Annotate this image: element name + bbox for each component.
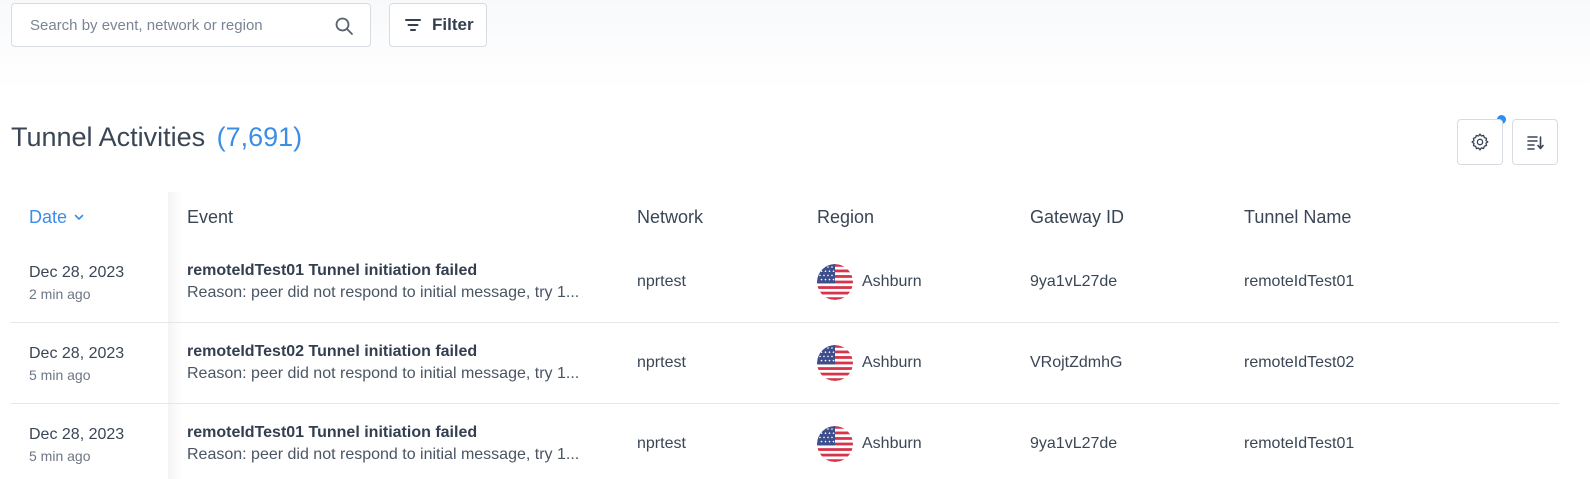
event-reason: Reason: peer did not respond to initial … (187, 446, 580, 463)
region-cell: Ashburn (817, 345, 922, 381)
activity-count: (7,691) (216, 122, 303, 152)
region-cell: Ashburn (817, 426, 922, 462)
date-text: Dec 28, 2023 (29, 264, 125, 281)
column-sort-button[interactable] (1512, 119, 1558, 165)
activities-table: Date Event Network Region Gateway ID Tun… (11, 192, 1559, 479)
filter-label: Filter (432, 15, 474, 34)
network-name: nprtest (637, 354, 686, 371)
column-header-date-label: Date (29, 206, 68, 227)
table-row[interactable]: Dec 28, 2023 5 min ago remoteIdTest01 Tu… (11, 404, 1559, 479)
column-header-network[interactable]: Network (637, 207, 703, 228)
table-body: Dec 28, 2023 2 min ago remoteIdTest01 Tu… (11, 242, 1559, 479)
table-row[interactable]: Dec 28, 2023 2 min ago remoteIdTest01 Tu… (11, 242, 1559, 323)
event-title: remoteIdTest01 Tunnel initiation failed (187, 262, 478, 279)
settings-button[interactable] (1457, 119, 1503, 165)
date-text: Dec 28, 2023 (29, 426, 125, 443)
column-header-gateway-id[interactable]: Gateway ID (1030, 207, 1124, 228)
tunnel-name: remoteIdTest02 (1244, 354, 1355, 371)
table-row[interactable]: Dec 28, 2023 5 min ago remoteIdTest02 Tu… (11, 323, 1559, 404)
tunnel-name: remoteIdTest01 (1244, 435, 1355, 452)
date-text: Dec 28, 2023 (29, 345, 125, 362)
column-header-tunnel-name[interactable]: Tunnel Name (1244, 207, 1351, 228)
search-input[interactable] (30, 16, 330, 34)
event-title: remoteIdTest01 Tunnel initiation failed (187, 424, 478, 441)
network-name: nprtest (637, 435, 686, 452)
region-cell: Ashburn (817, 264, 922, 300)
relative-time: 5 min ago (29, 367, 91, 383)
region-name: Ashburn (862, 354, 922, 371)
gateway-id: 9ya1vL27de (1030, 435, 1118, 452)
filter-icon (405, 19, 421, 31)
filter-button[interactable]: Filter (389, 3, 487, 47)
column-header-region[interactable]: Region (817, 207, 874, 228)
us-flag-icon (817, 345, 853, 381)
gateway-id: VRojtZdmhG (1030, 354, 1123, 371)
table-header: Date Event Network Region Gateway ID Tun… (11, 192, 1559, 242)
us-flag-icon (817, 264, 853, 300)
network-name: nprtest (637, 273, 686, 290)
search-icon[interactable] (334, 16, 354, 36)
relative-time: 5 min ago (29, 448, 91, 464)
gateway-id: 9ya1vL27de (1030, 273, 1118, 290)
event-title: remoteIdTest02 Tunnel initiation failed (187, 343, 478, 360)
us-flag-icon (817, 426, 853, 462)
sort-list-icon (1527, 136, 1544, 150)
column-header-event[interactable]: Event (187, 207, 233, 228)
region-name: Ashburn (862, 273, 922, 290)
chevron-down-icon (74, 214, 84, 220)
search-box[interactable] (11, 3, 371, 47)
column-header-date[interactable]: Date (29, 207, 85, 228)
page-title: Tunnel Activities (7,691) (11, 122, 302, 153)
page-title-text: Tunnel Activities (11, 122, 206, 152)
region-name: Ashburn (862, 435, 922, 452)
event-reason: Reason: peer did not respond to initial … (187, 365, 580, 382)
tunnel-name: remoteIdTest01 (1244, 273, 1355, 290)
relative-time: 2 min ago (29, 286, 91, 302)
gear-icon (1471, 133, 1489, 151)
event-reason: Reason: peer did not respond to initial … (187, 284, 580, 301)
